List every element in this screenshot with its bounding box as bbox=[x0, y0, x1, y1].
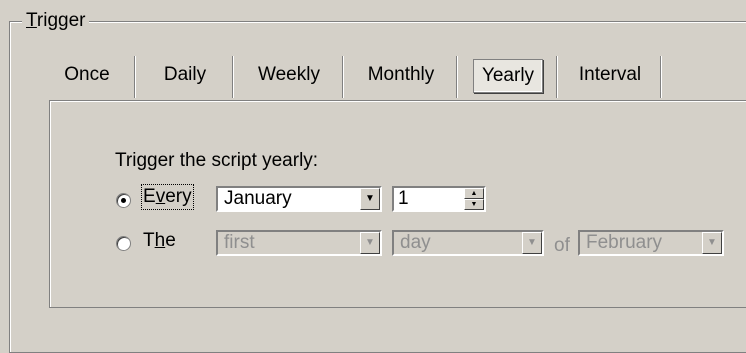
every-radio-label[interactable]: Every bbox=[141, 184, 194, 210]
tab-interval-label: Interval bbox=[578, 64, 642, 85]
trigger-group-label: Trigger bbox=[22, 10, 90, 32]
the-radio-label[interactable]: The bbox=[143, 230, 176, 252]
every-day-spinner[interactable]: 1 ▲ ▼ bbox=[392, 186, 486, 212]
of-label: of bbox=[554, 235, 570, 256]
tab-once-label: Once bbox=[64, 64, 110, 85]
spin-down-icon[interactable]: ▼ bbox=[464, 199, 484, 210]
radio-selected-dot bbox=[121, 198, 126, 203]
spin-up-icon[interactable]: ▲ bbox=[464, 188, 484, 199]
the-label-mnemonic: h bbox=[154, 230, 166, 251]
the-unit-value: day bbox=[400, 232, 431, 253]
tab-daily[interactable]: Daily bbox=[136, 56, 234, 98]
tab-monthly-label: Monthly bbox=[367, 64, 435, 85]
chevron-down-icon[interactable]: ▼ bbox=[360, 188, 380, 210]
every-radio[interactable] bbox=[116, 193, 131, 208]
every-label-mnemonic: v bbox=[155, 186, 166, 207]
chevron-down-icon[interactable]: ▼ bbox=[702, 232, 722, 254]
tab-yearly[interactable]: Yearly bbox=[458, 56, 558, 98]
every-month-select[interactable]: January ▼ bbox=[216, 186, 382, 212]
tab-once[interactable]: Once bbox=[38, 56, 136, 98]
trigger-title-rest: rigger bbox=[36, 10, 86, 31]
every-label-pre: E bbox=[143, 186, 156, 207]
chevron-down-icon[interactable]: ▼ bbox=[360, 232, 380, 254]
tab-interval[interactable]: Interval bbox=[558, 56, 662, 98]
tab-weekly[interactable]: Weekly bbox=[234, 56, 344, 98]
chevron-down-icon[interactable]: ▼ bbox=[522, 232, 542, 254]
the-unit-select[interactable]: day ▼ bbox=[392, 230, 544, 256]
every-label-post: ery bbox=[165, 186, 192, 207]
every-day-value: 1 bbox=[398, 188, 409, 209]
the-label-post: e bbox=[165, 230, 176, 251]
the-month-value: February bbox=[586, 232, 663, 253]
the-ordinal-value: first bbox=[224, 232, 255, 253]
the-month-select[interactable]: February ▼ bbox=[578, 230, 724, 256]
every-month-value: January bbox=[224, 188, 292, 209]
tab-monthly[interactable]: Monthly bbox=[344, 56, 458, 98]
panel-caption: Trigger the script yearly: bbox=[115, 150, 319, 171]
tab-yearly-label: Yearly bbox=[472, 59, 544, 93]
the-label-pre: T bbox=[143, 230, 155, 251]
trigger-title-mnemonic: T bbox=[26, 10, 37, 31]
tab-daily-label: Daily bbox=[163, 64, 207, 85]
the-radio[interactable] bbox=[116, 236, 131, 251]
tab-weekly-label: Weekly bbox=[258, 64, 320, 85]
the-ordinal-select[interactable]: first ▼ bbox=[216, 230, 382, 256]
